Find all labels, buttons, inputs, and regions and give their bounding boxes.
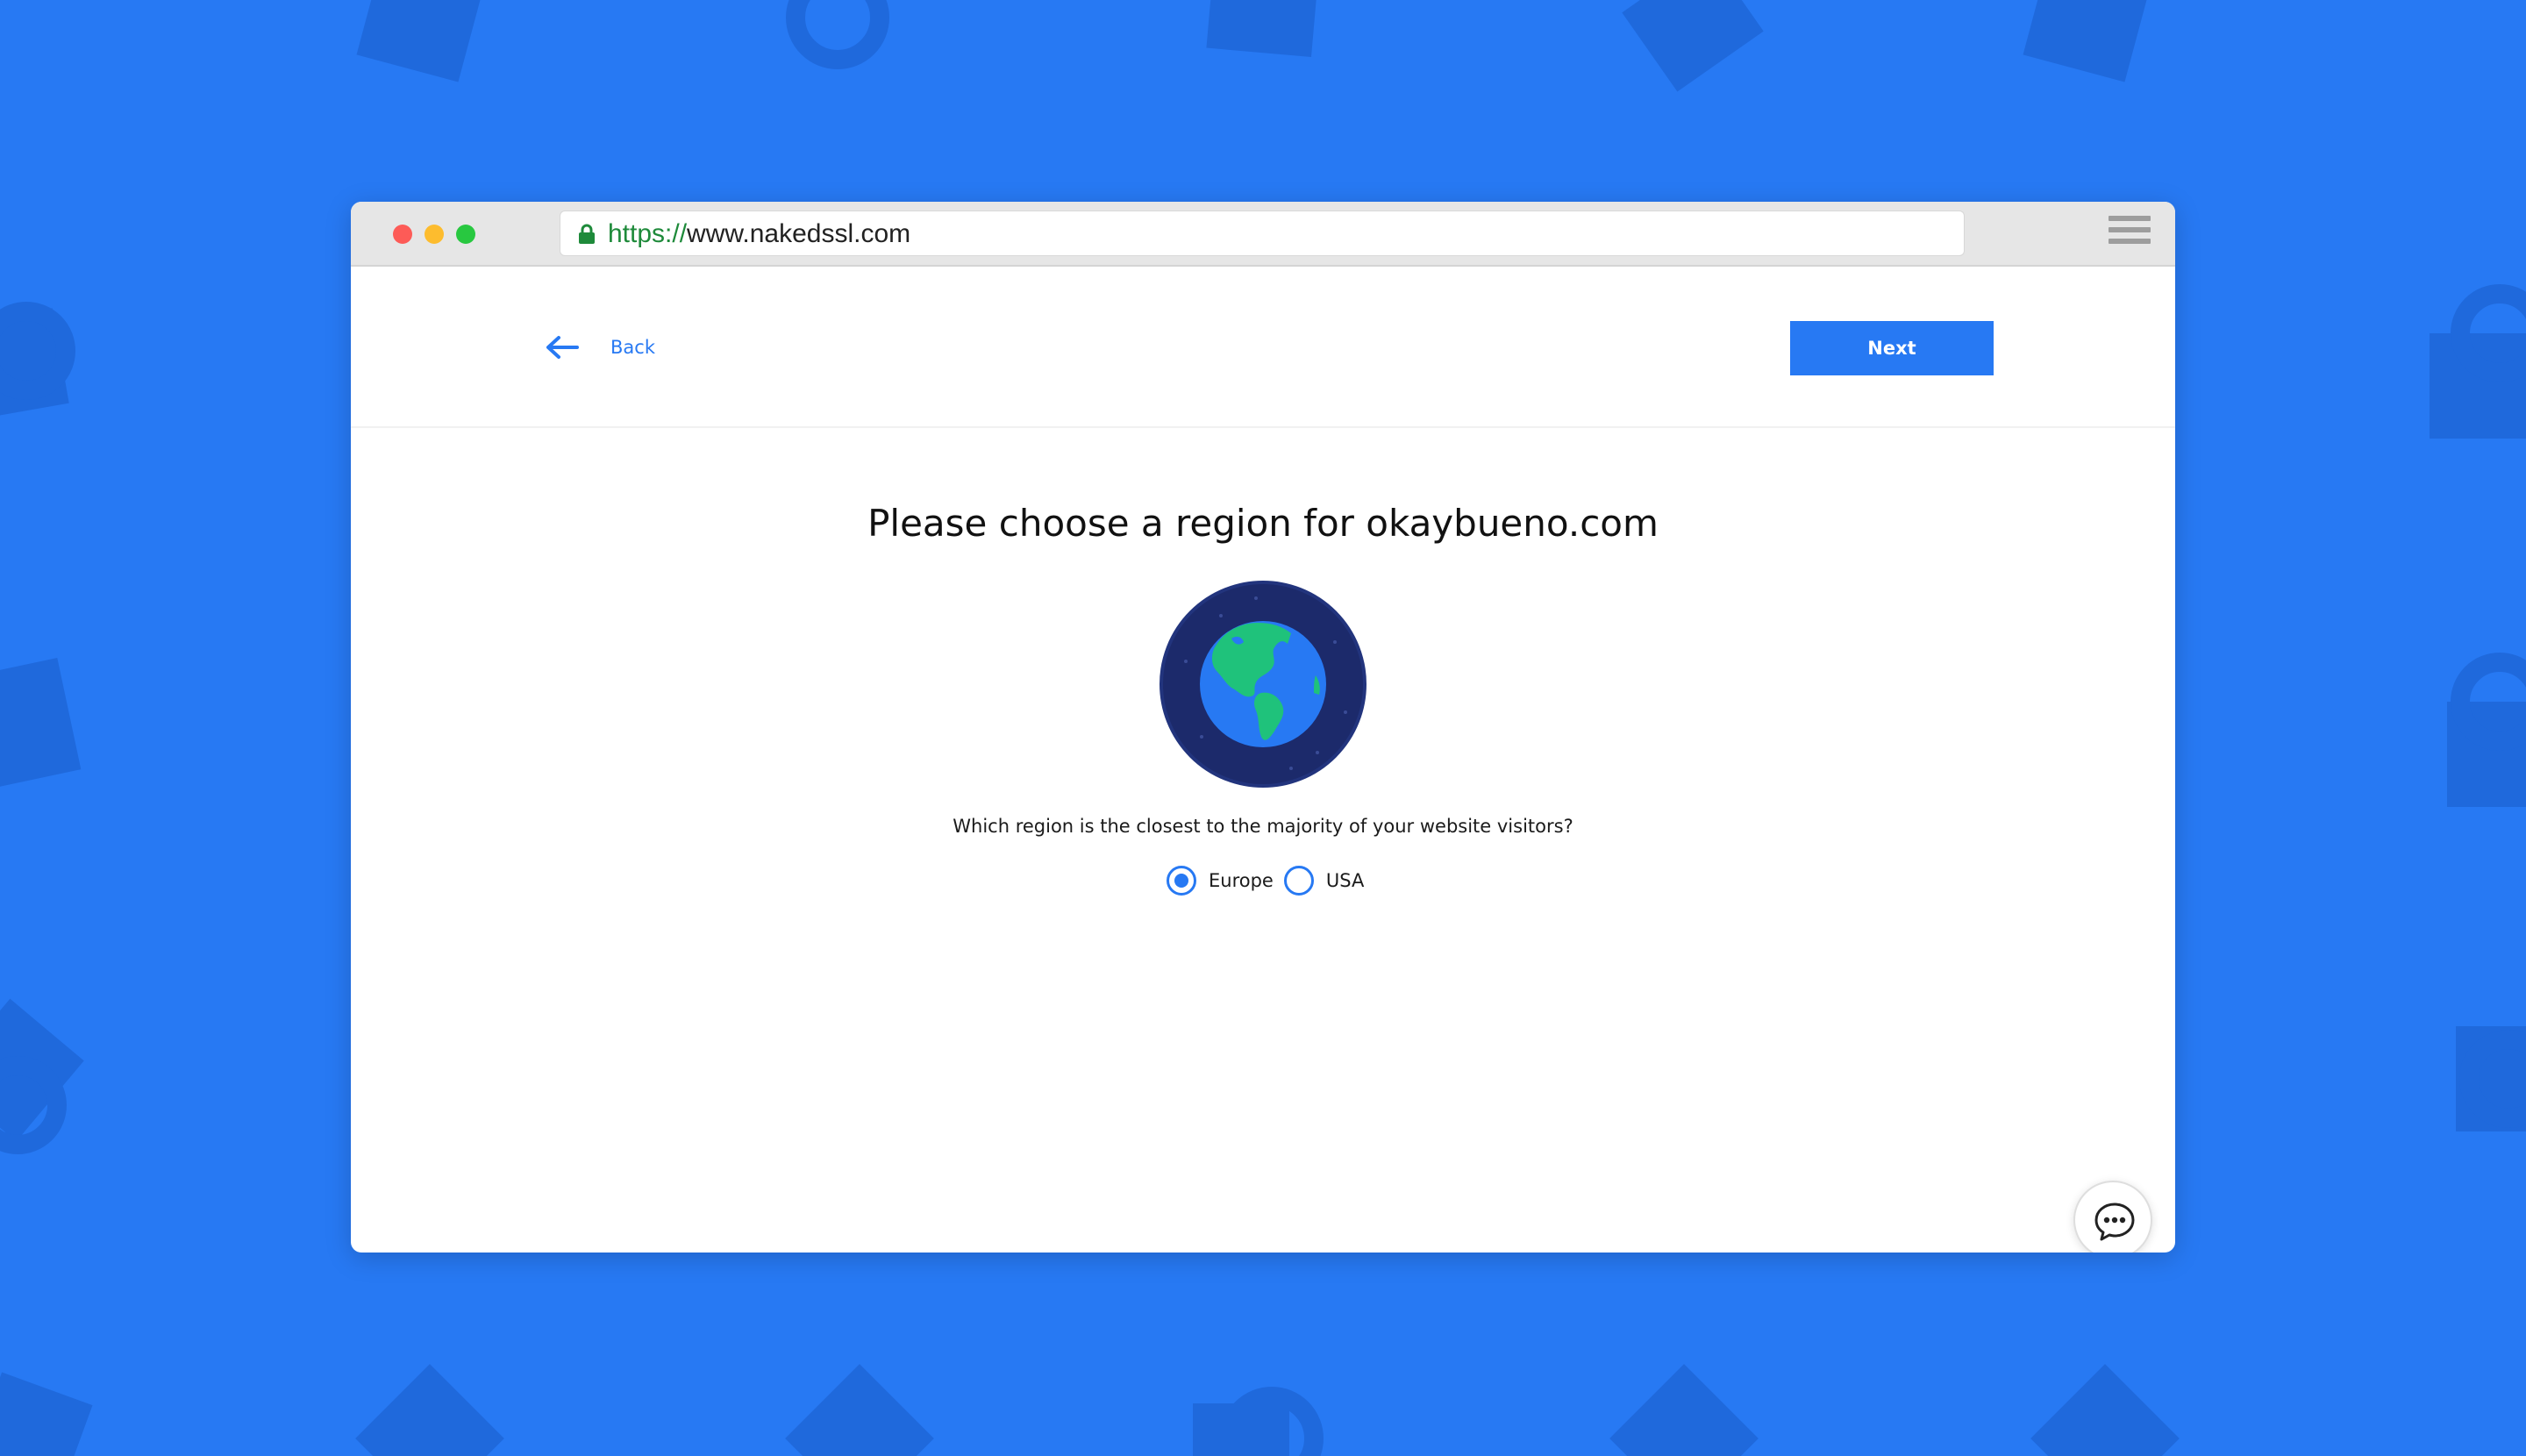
browser-chrome: https://www.nakedssl.com <box>351 202 2175 267</box>
usa-radio[interactable] <box>1283 866 1314 896</box>
page-title: Please choose a region for okaybueno.com <box>867 502 1659 545</box>
browser-window: https://www.nakedssl.com Back Next Pleas… <box>351 202 2175 1253</box>
globe-icon <box>1160 581 1366 788</box>
arrow-left-icon <box>546 336 579 359</box>
hamburger-menu-icon[interactable] <box>2109 216 2151 251</box>
url-text: https://www.nakedssl.com <box>608 211 910 257</box>
back-label: Back <box>610 337 655 358</box>
region-option-usa[interactable]: USA <box>1283 866 1365 896</box>
next-button[interactable]: Next <box>1790 321 1994 375</box>
europe-label: Europe <box>1209 870 1274 891</box>
usa-label: USA <box>1325 870 1365 891</box>
back-button[interactable]: Back <box>546 330 655 365</box>
lock-icon <box>579 224 595 244</box>
europe-radio[interactable] <box>1167 866 1196 896</box>
maximize-window-button[interactable] <box>456 225 475 244</box>
address-bar[interactable]: https://www.nakedssl.com <box>560 211 1965 256</box>
region-radio-group: Europe USA <box>1167 863 1374 898</box>
chat-button[interactable] <box>2073 1181 2152 1253</box>
url-host: www.nakedssl.com <box>687 219 911 248</box>
chat-bubble-icon <box>2094 1203 2135 1241</box>
region-question: Which region is the closest to the major… <box>953 816 1573 837</box>
url-scheme: https:// <box>608 219 688 248</box>
minimize-window-button[interactable] <box>425 225 444 244</box>
region-option-europe[interactable]: Europe <box>1167 866 1274 896</box>
close-window-button[interactable] <box>393 225 412 244</box>
